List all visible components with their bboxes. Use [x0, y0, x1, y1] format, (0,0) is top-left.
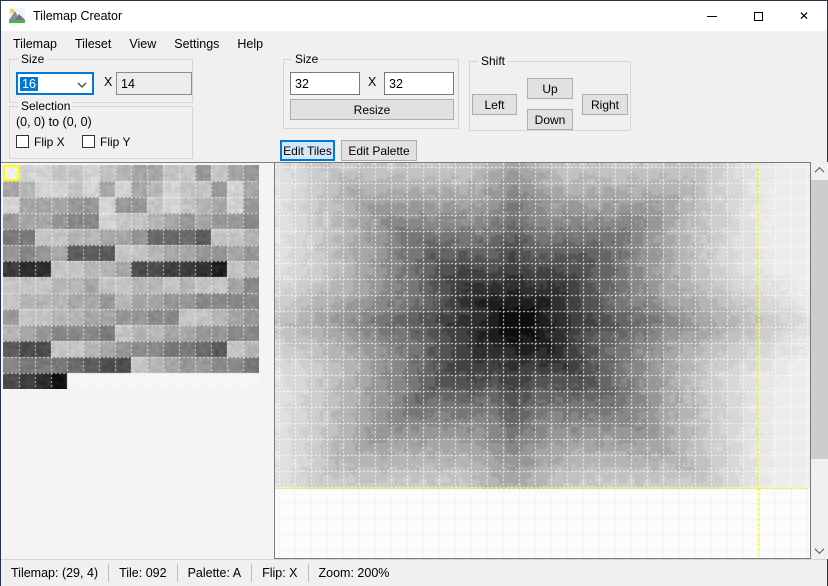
- scrollbar-thumb[interactable]: [811, 180, 828, 459]
- tileset-height-field: [116, 72, 192, 95]
- chevron-down-icon: [77, 82, 87, 88]
- map-size-group-label: Size: [292, 52, 321, 66]
- shift-up-button[interactable]: Up: [527, 78, 573, 99]
- edit-palette-button[interactable]: Edit Palette: [341, 140, 417, 161]
- title-bar: Tilemap Creator ✕: [1, 1, 827, 31]
- tilemap-panel: [274, 162, 811, 559]
- menu-view[interactable]: View: [120, 33, 165, 55]
- close-button[interactable]: ✕: [781, 1, 827, 31]
- menu-help[interactable]: Help: [228, 33, 272, 55]
- minimize-icon: [707, 16, 717, 17]
- vertical-scrollbar[interactable]: [811, 162, 828, 559]
- flip-y-checkbox[interactable]: [82, 135, 95, 148]
- window-controls: ✕: [689, 1, 827, 31]
- selection-range-text: (0, 0) to (0, 0): [16, 115, 92, 129]
- tileset-size-x-label: X: [104, 75, 112, 89]
- close-icon: ✕: [799, 10, 809, 22]
- app-window: Tilemap Creator ✕ Tilemap Tileset View S…: [0, 0, 828, 586]
- flip-x-checkbox[interactable]: [16, 135, 29, 148]
- menu-settings[interactable]: Settings: [165, 33, 228, 55]
- status-tile: Tile: 092: [108, 564, 176, 582]
- map-size-x-label: X: [368, 75, 376, 89]
- status-zoom: Zoom: 200%: [308, 564, 400, 582]
- chevron-up-icon: [815, 167, 825, 177]
- shift-down-button[interactable]: Down: [527, 109, 573, 130]
- selection-group-label: Selection: [18, 99, 73, 113]
- tileset-width-combobox[interactable]: 16: [16, 72, 94, 95]
- shift-group-label: Shift: [478, 54, 508, 68]
- shift-right-button[interactable]: Right: [582, 94, 628, 115]
- toolbar: Size 16 X Selection (0, 0) to (0, 0) Fli…: [1, 57, 827, 162]
- menu-tileset[interactable]: Tileset: [66, 33, 120, 55]
- tileset-size-group: Size 16 X: [9, 59, 193, 103]
- app-icon: [9, 8, 25, 24]
- edit-tiles-button[interactable]: Edit Tiles: [280, 140, 335, 161]
- selection-group: Selection (0, 0) to (0, 0) Flip X Flip Y: [9, 106, 193, 159]
- status-tilemap-coords: Tilemap: (29, 4): [1, 564, 108, 582]
- status-flip: Flip: X: [251, 564, 307, 582]
- minimize-button[interactable]: [689, 1, 735, 31]
- scroll-down-button[interactable]: [811, 542, 828, 559]
- tileset-width-value: 16: [20, 77, 38, 91]
- tilemap-canvas[interactable]: [275, 163, 810, 558]
- flip-y-label: Flip Y: [100, 135, 130, 149]
- maximize-icon: [754, 12, 763, 21]
- shift-group: Shift Up Left Right Down: [469, 61, 631, 131]
- shift-left-button[interactable]: Left: [472, 94, 517, 115]
- maximize-button[interactable]: [735, 1, 781, 31]
- scroll-up-button[interactable]: [811, 162, 828, 179]
- map-size-group: Size X Resize: [283, 59, 459, 129]
- chevron-down-icon: [815, 544, 825, 554]
- resize-button[interactable]: Resize: [290, 99, 454, 120]
- window-title: Tilemap Creator: [33, 9, 122, 23]
- tileset-panel: [1, 162, 274, 559]
- flip-x-label: Flip X: [34, 135, 65, 149]
- map-width-input[interactable]: [290, 72, 360, 95]
- tileset-canvas[interactable]: [3, 165, 259, 389]
- menu-bar: Tilemap Tileset View Settings Help: [1, 31, 827, 57]
- map-height-input[interactable]: [384, 72, 454, 95]
- tileset-size-group-label: Size: [18, 52, 47, 66]
- status-bar: Tilemap: (29, 4) Tile: 092 Palette: A Fl…: [1, 559, 827, 586]
- status-palette: Palette: A: [177, 564, 252, 582]
